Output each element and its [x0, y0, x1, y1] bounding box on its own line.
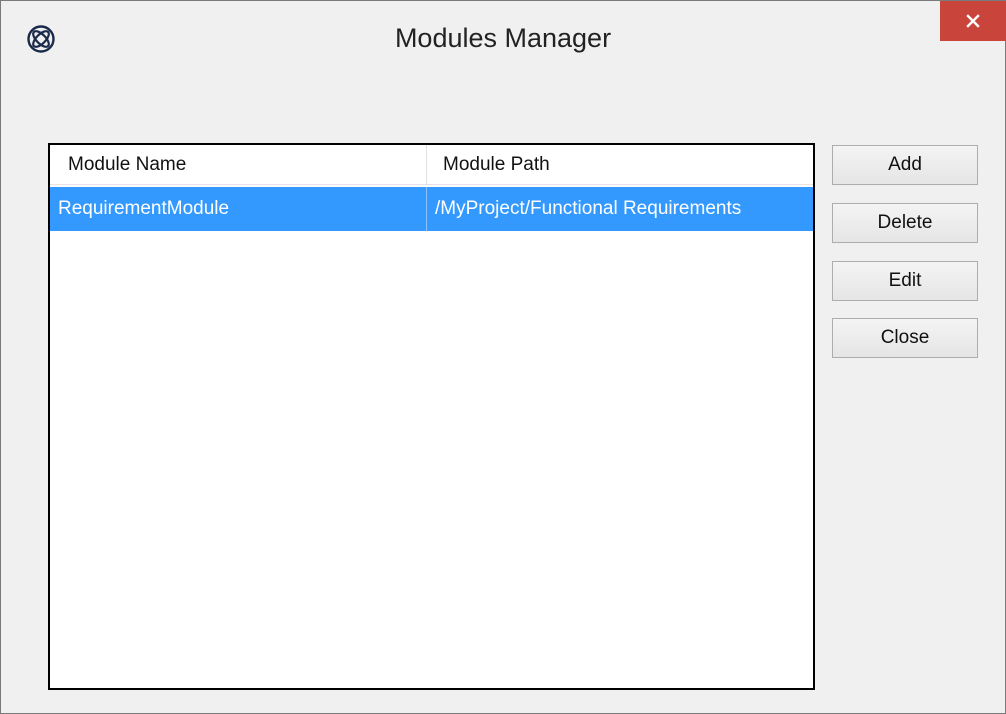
table-row[interactable]: RequirementModule /MyProject/Functional …: [50, 187, 813, 231]
window-close-button[interactable]: [940, 1, 1006, 41]
close-button[interactable]: Close: [832, 318, 978, 358]
window-title: Modules Manager: [394, 23, 612, 53]
title-bar[interactable]: Modules Manager: [1, 1, 1006, 85]
modules-list[interactable]: Module Name Module Path RequirementModul…: [48, 143, 815, 690]
close-icon: [965, 13, 981, 29]
edit-button[interactable]: Edit: [832, 261, 978, 301]
add-button[interactable]: Add: [832, 145, 978, 185]
module-name-cell: RequirementModule: [50, 187, 427, 231]
delete-button[interactable]: Delete: [832, 203, 978, 243]
column-header-module-name[interactable]: Module Name: [50, 145, 427, 185]
module-path-cell: /MyProject/Functional Requirements: [435, 198, 742, 219]
column-header-module-path[interactable]: Module Path: [427, 145, 813, 185]
list-header: Module Name Module Path: [50, 145, 813, 185]
modules-manager-dialog: Modules Manager Module Name Module Path …: [0, 0, 1006, 714]
